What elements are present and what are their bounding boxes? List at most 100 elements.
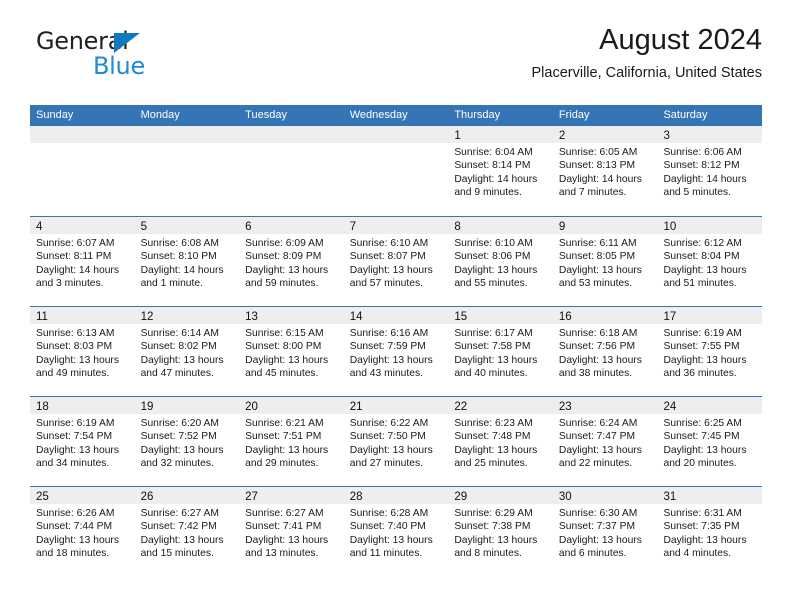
day-cell[interactable]: 8 Sunrise: 6:10 AM Sunset: 8:06 PM Dayli… <box>448 217 553 306</box>
day-cell[interactable]: 30 Sunrise: 6:30 AM Sunset: 7:37 PM Dayl… <box>552 487 658 576</box>
day-number: 28 <box>349 491 363 503</box>
day-cell[interactable]: 15 Sunrise: 6:17 AM Sunset: 7:58 PM Dayl… <box>448 307 553 396</box>
daylight-text-line2: and 15 minutes. <box>140 548 214 560</box>
sunset-text: Sunset: 7:40 PM <box>349 521 426 533</box>
day-cell[interactable]: 17 Sunrise: 6:19 AM Sunset: 7:55 PM Dayl… <box>657 307 763 396</box>
daylight-text-line2: and 34 minutes. <box>36 458 110 470</box>
day-cell[interactable]: 18 Sunrise: 6:19 AM Sunset: 7:54 PM Dayl… <box>30 397 135 486</box>
day-cell[interactable]: 22 Sunrise: 6:23 AM Sunset: 7:48 PM Dayl… <box>448 397 553 486</box>
sunrise-text: Sunrise: 6:27 AM <box>245 508 324 519</box>
day-cell[interactable]: 16 Sunrise: 6:18 AM Sunset: 7:56 PM Dayl… <box>552 307 658 396</box>
day-number-band: 7 <box>343 217 449 234</box>
sunset-text: Sunset: 7:50 PM <box>349 431 426 443</box>
day-cell[interactable]: 4 Sunrise: 6:07 AM Sunset: 8:11 PM Dayli… <box>30 217 135 306</box>
day-cell[interactable]: 20 Sunrise: 6:21 AM Sunset: 7:51 PM Dayl… <box>239 397 344 486</box>
daylight-text-line2: and 18 minutes. <box>36 548 110 560</box>
sunrise-text: Sunrise: 6:27 AM <box>140 508 219 519</box>
calendar-week-row: 1 Sunrise: 6:04 AM Sunset: 8:14 PM Dayli… <box>30 126 763 216</box>
day-number: 23 <box>558 401 572 413</box>
daylight-text-line1: Daylight: 13 hours <box>245 444 329 456</box>
day-details: Sunrise: 6:16 AM Sunset: 7:59 PM Dayligh… <box>344 324 449 381</box>
day-number: 31 <box>663 491 677 503</box>
daylight-text-line2: and 49 minutes. <box>36 368 110 380</box>
day-cell[interactable]: 31 Sunrise: 6:31 AM Sunset: 7:35 PM Dayl… <box>657 487 763 576</box>
day-cell[interactable]: 12 Sunrise: 6:14 AM Sunset: 8:02 PM Dayl… <box>134 307 240 396</box>
day-cell[interactable]: 27 Sunrise: 6:27 AM Sunset: 7:41 PM Dayl… <box>239 487 344 576</box>
day-number: 27 <box>245 491 258 503</box>
sunset-text: Sunset: 8:03 PM <box>36 341 113 353</box>
sunset-text: Sunset: 8:04 PM <box>663 251 740 263</box>
day-number-band: 5 <box>134 217 240 234</box>
day-cell[interactable]: 11 Sunrise: 6:13 AM Sunset: 8:03 PM Dayl… <box>30 307 135 396</box>
day-cell[interactable]: 26 Sunrise: 6:27 AM Sunset: 7:42 PM Dayl… <box>134 487 240 576</box>
day-cell[interactable]: 1 Sunrise: 6:04 AM Sunset: 8:14 PM Dayli… <box>448 126 553 216</box>
page-header: General Blue August 2024 Placerville, Ca… <box>30 22 762 94</box>
day-cell[interactable]: 28 Sunrise: 6:28 AM Sunset: 7:40 PM Dayl… <box>343 487 449 576</box>
sunset-text: Sunset: 7:47 PM <box>558 431 636 443</box>
day-details: Sunrise: 6:27 AM Sunset: 7:42 PM Dayligh… <box>135 504 240 561</box>
day-cell[interactable]: 10 Sunrise: 6:12 AM Sunset: 8:04 PM Dayl… <box>657 217 763 306</box>
day-number: 20 <box>245 401 258 413</box>
day-cell[interactable]: 23 Sunrise: 6:24 AM Sunset: 7:47 PM Dayl… <box>552 397 658 486</box>
daylight-text-line2: and 11 minutes. <box>349 548 423 560</box>
day-number-band: 28 <box>343 487 449 504</box>
sunset-text: Sunset: 8:07 PM <box>349 251 426 263</box>
daylight-text-line2: and 38 minutes. <box>558 368 633 380</box>
day-number-band: 1 <box>448 126 553 143</box>
day-number-band <box>239 126 344 143</box>
daylight-text-line2: and 25 minutes. <box>454 458 528 470</box>
day-cell[interactable]: 19 Sunrise: 6:20 AM Sunset: 7:52 PM Dayl… <box>134 397 240 486</box>
sunrise-text: Sunrise: 6:11 AM <box>558 238 637 249</box>
day-number-band <box>343 126 449 143</box>
daylight-text-line1: Daylight: 13 hours <box>663 264 747 276</box>
day-details: Sunrise: 6:29 AM Sunset: 7:38 PM Dayligh… <box>448 504 553 561</box>
daylight-text-line2: and 7 minutes. <box>558 187 627 199</box>
day-cell[interactable]: 24 Sunrise: 6:25 AM Sunset: 7:45 PM Dayl… <box>657 397 763 486</box>
day-cell[interactable]: 25 Sunrise: 6:26 AM Sunset: 7:44 PM Dayl… <box>30 487 135 576</box>
sunrise-text: Sunrise: 6:21 AM <box>245 418 324 429</box>
day-cell[interactable]: 2 Sunrise: 6:05 AM Sunset: 8:13 PM Dayli… <box>552 126 658 216</box>
generalblue-logo[interactable]: General Blue <box>36 28 236 88</box>
day-number: 14 <box>349 311 363 323</box>
sunrise-text: Sunrise: 6:08 AM <box>140 238 219 249</box>
daylight-text-line1: Daylight: 14 hours <box>663 173 747 185</box>
daylight-text-line1: Daylight: 13 hours <box>558 444 642 456</box>
day-cell[interactable]: 14 Sunrise: 6:16 AM Sunset: 7:59 PM Dayl… <box>343 307 449 396</box>
day-details: Sunrise: 6:06 AM Sunset: 8:12 PM Dayligh… <box>657 143 762 200</box>
day-cell[interactable]: 21 Sunrise: 6:22 AM Sunset: 7:50 PM Dayl… <box>343 397 449 486</box>
sunrise-text: Sunrise: 6:19 AM <box>663 328 742 339</box>
daylight-text-line1: Daylight: 14 hours <box>454 173 538 185</box>
title-block: August 2024 Placerville, California, Uni… <box>532 22 763 84</box>
day-number: 9 <box>558 221 566 233</box>
day-details: Sunrise: 6:11 AM Sunset: 8:05 PM Dayligh… <box>553 234 658 291</box>
day-number-band: 6 <box>239 217 344 234</box>
logo-triangle-icon <box>114 33 140 53</box>
daylight-text-line2: and 1 minute. <box>140 278 203 290</box>
day-cell[interactable]: 29 Sunrise: 6:29 AM Sunset: 7:38 PM Dayl… <box>448 487 553 576</box>
daylight-text-line1: Daylight: 13 hours <box>245 264 329 276</box>
page-title: August 2024 <box>599 24 762 56</box>
day-cell[interactable]: 7 Sunrise: 6:10 AM Sunset: 8:07 PM Dayli… <box>343 217 449 306</box>
day-details: Sunrise: 6:27 AM Sunset: 7:41 PM Dayligh… <box>239 504 344 561</box>
calendar-week-row: 25 Sunrise: 6:26 AM Sunset: 7:44 PM Dayl… <box>30 486 763 576</box>
day-cell[interactable]: 5 Sunrise: 6:08 AM Sunset: 8:10 PM Dayli… <box>134 217 240 306</box>
daylight-text-line2: and 4 minutes. <box>663 548 732 560</box>
weekday-header-thursday: Thursday <box>454 109 501 121</box>
day-cell[interactable]: 6 Sunrise: 6:09 AM Sunset: 8:09 PM Dayli… <box>239 217 344 306</box>
day-cell[interactable]: 3 Sunrise: 6:06 AM Sunset: 8:12 PM Dayli… <box>657 126 763 216</box>
daylight-text-line2: and 27 minutes. <box>349 458 424 470</box>
day-number-band: 18 <box>30 397 135 414</box>
day-details: Sunrise: 6:20 AM Sunset: 7:52 PM Dayligh… <box>135 414 240 471</box>
sunrise-text: Sunrise: 6:29 AM <box>454 508 533 519</box>
daylight-text-line1: Daylight: 13 hours <box>349 264 433 276</box>
day-number: 1 <box>454 130 461 142</box>
day-cell[interactable]: 9 Sunrise: 6:11 AM Sunset: 8:05 PM Dayli… <box>552 217 658 306</box>
day-details: Sunrise: 6:23 AM Sunset: 7:48 PM Dayligh… <box>448 414 553 471</box>
day-cell[interactable]: 13 Sunrise: 6:15 AM Sunset: 8:00 PM Dayl… <box>239 307 344 396</box>
day-details: Sunrise: 6:30 AM Sunset: 7:37 PM Dayligh… <box>553 504 658 561</box>
daylight-text-line2: and 8 minutes. <box>454 548 522 560</box>
day-number: 7 <box>349 221 357 233</box>
day-details: Sunrise: 6:12 AM Sunset: 8:04 PM Dayligh… <box>657 234 762 291</box>
day-details: Sunrise: 6:18 AM Sunset: 7:56 PM Dayligh… <box>553 324 658 381</box>
day-number: 24 <box>663 401 677 413</box>
